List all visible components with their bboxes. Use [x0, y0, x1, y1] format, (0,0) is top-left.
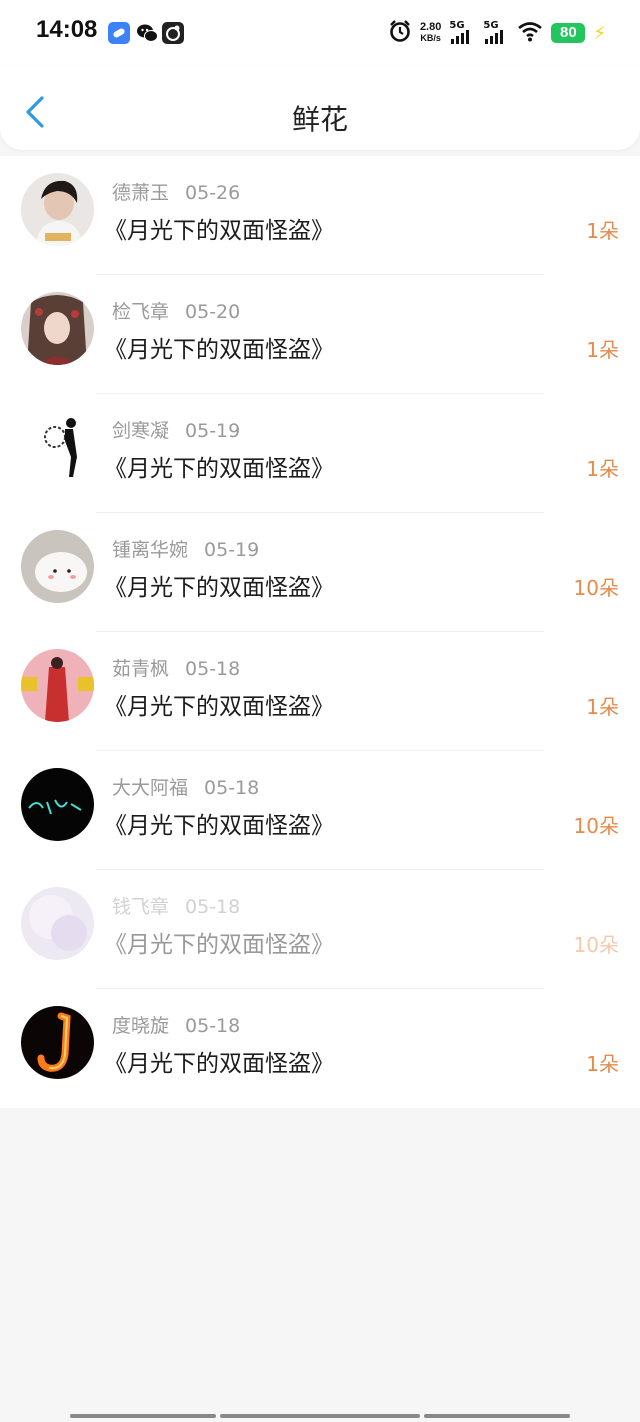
battery-indicator: 80	[551, 23, 586, 43]
status-bar: 14:08 2.80 KB/s 5G 5G 80 ⚡	[0, 0, 640, 66]
donor-meta: 钱飞章 05-18	[112, 892, 240, 919]
flower-list: 德萧玉 05-26 《月光下的双面怪盗》 1朵 检飞章 05-20 《月光下的双面怪…	[0, 156, 640, 1108]
list-item[interactable]: 锺离华婉 05-19 《月光下的双面怪盗》 10朵	[0, 513, 640, 632]
book-title: 《月光下的双面怪盗》	[104, 218, 334, 244]
status-time: 14:08	[36, 16, 98, 43]
book-title: 《月光下的双面怪盗》	[104, 1051, 334, 1077]
flower-count: 1朵	[586, 457, 619, 481]
donate-date: 05-20	[185, 301, 241, 323]
donor-name: 锺离华婉	[112, 539, 189, 561]
blue-app-icon	[108, 22, 130, 44]
gallery-app-icon	[162, 22, 184, 44]
page-title: 鲜花	[291, 103, 348, 136]
book-title: 《月光下的双面怪盗》	[104, 456, 334, 482]
donor-meta: 德萧玉 05-26	[112, 178, 240, 205]
flower-count: 1朵	[586, 695, 619, 719]
list-item[interactable]: 茹青枫 05-18 《月光下的双面怪盗》 1朵	[0, 632, 640, 751]
flower-count: 10朵	[573, 576, 619, 600]
donate-date: 05-26	[185, 182, 241, 204]
donor-meta: 检飞章 05-20	[112, 297, 240, 324]
wifi-icon	[517, 20, 543, 46]
donor-name: 检飞章	[112, 301, 170, 323]
flower-count: 10朵	[573, 814, 619, 838]
donor-name: 德萧玉	[112, 182, 170, 204]
donate-date: 05-19	[185, 420, 241, 442]
signal-icon: 5G	[449, 20, 475, 46]
avatar[interactable]	[21, 649, 94, 722]
donor-name: 剑寒凝	[112, 420, 170, 442]
book-title: 《月光下的双面怪盗》	[104, 813, 334, 839]
list-item[interactable]: 度晓旋 05-18 《月光下的双面怪盗》 1朵	[0, 989, 640, 1108]
book-title: 《月光下的双面怪盗》	[104, 337, 334, 363]
donor-meta: 剑寒凝 05-19	[112, 416, 240, 443]
avatar[interactable]	[21, 173, 94, 246]
book-title: 《月光下的双面怪盗》	[104, 575, 334, 601]
list-item[interactable]: 检飞章 05-20 《月光下的双面怪盗》 1朵	[0, 275, 640, 394]
donate-date: 05-18	[185, 658, 241, 680]
donate-date: 05-19	[204, 539, 260, 561]
donate-date: 05-18	[185, 896, 241, 918]
donate-date: 05-18	[204, 777, 260, 799]
donor-meta: 度晓旋 05-18	[112, 1011, 240, 1038]
avatar[interactable]	[21, 530, 94, 603]
list-item[interactable]: 大大阿福 05-18 《月光下的双面怪盗》 10朵	[0, 751, 640, 870]
donor-meta: 茹青枫 05-18	[112, 654, 240, 681]
list-item[interactable]: 德萧玉 05-26 《月光下的双面怪盗》 1朵	[0, 156, 640, 275]
avatar[interactable]	[21, 411, 94, 484]
network-speed: 2.80 KB/s	[419, 21, 442, 44]
avatar[interactable]	[21, 887, 94, 960]
gesture-bar	[220, 1414, 420, 1418]
list-item[interactable]: 钱飞章 05-18 《月光下的双面怪盗》 10朵	[0, 870, 640, 989]
book-title: 《月光下的双面怪盗》	[104, 694, 334, 720]
donor-name: 大大阿福	[112, 777, 189, 799]
gesture-bar	[70, 1414, 216, 1418]
wechat-icon	[136, 22, 158, 44]
signal-icon-2: 5G	[483, 20, 509, 46]
flower-count: 1朵	[586, 1052, 619, 1076]
donor-name: 茹青枫	[112, 658, 170, 680]
gesture-bar	[424, 1414, 570, 1418]
flower-count: 10朵	[573, 933, 619, 957]
list-item[interactable]: 剑寒凝 05-19 《月光下的双面怪盗》 1朵	[0, 394, 640, 513]
donor-name: 度晓旋	[112, 1015, 170, 1037]
charging-icon: ⚡	[593, 22, 606, 44]
donor-meta: 大大阿福 05-18	[112, 773, 259, 800]
nav-bar: 鲜花	[0, 66, 640, 150]
avatar[interactable]	[21, 768, 94, 841]
avatar[interactable]	[21, 292, 94, 365]
donate-date: 05-18	[185, 1015, 241, 1037]
book-title: 《月光下的双面怪盗》	[104, 932, 334, 958]
donor-meta: 锺离华婉 05-19	[112, 535, 259, 562]
flower-count: 1朵	[586, 219, 619, 243]
avatar[interactable]	[21, 1006, 94, 1079]
alarm-icon	[388, 19, 412, 47]
flower-count: 1朵	[586, 338, 619, 362]
donor-name: 钱飞章	[112, 896, 170, 918]
